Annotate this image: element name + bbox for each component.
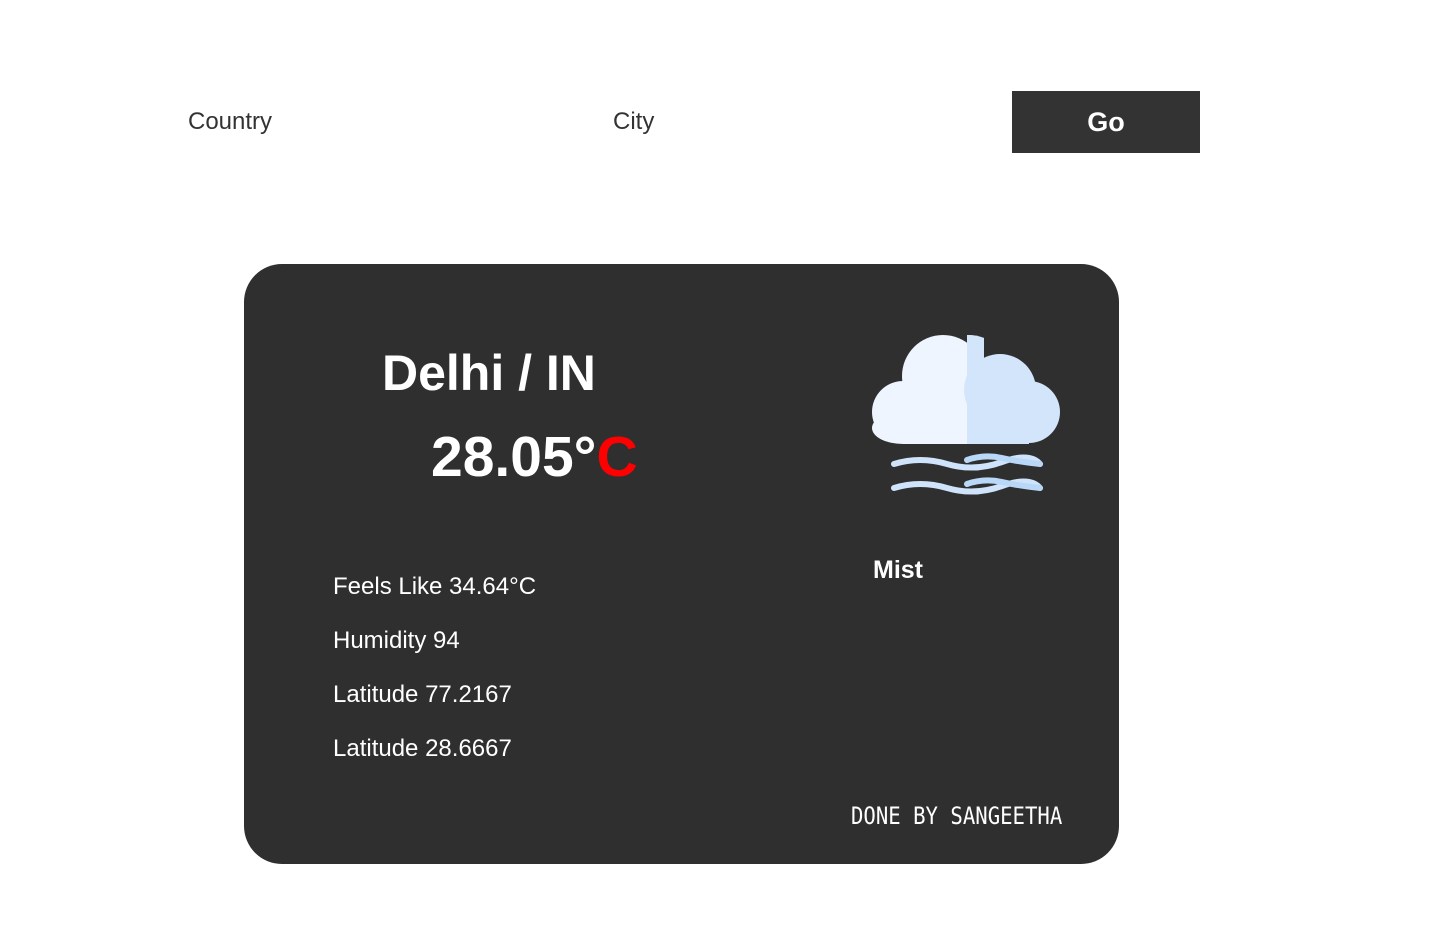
latitude-text-2: Latitude 28.6667 <box>333 735 512 762</box>
temperature-value: 28.05° <box>431 425 597 489</box>
feels-like-text: Feels Like 34.64°C <box>333 573 537 600</box>
credit-text: DONE BY SANGEETHA <box>851 802 1063 830</box>
temperature-unit: C <box>596 425 638 489</box>
mist-cloud-icon <box>872 334 1060 495</box>
weather-details: Feels Like 34.64°C Humidity 94 Latitude … <box>333 572 536 788</box>
go-button[interactable]: Go <box>1012 91 1200 153</box>
weather-card: Delhi / IN 28.05°C Feels Like 34.64°C Hu… <box>244 264 1119 864</box>
country-input[interactable] <box>188 91 568 153</box>
location-title: Delhi / IN <box>382 345 596 401</box>
weather-condition: Mist <box>873 556 923 584</box>
latitude-text: Latitude 77.2167 <box>333 681 512 708</box>
humidity-text: Humidity 94 <box>333 627 460 654</box>
search-bar: Go <box>0 91 1446 153</box>
temperature: 28.05°C <box>431 424 638 490</box>
city-input[interactable] <box>613 91 993 153</box>
